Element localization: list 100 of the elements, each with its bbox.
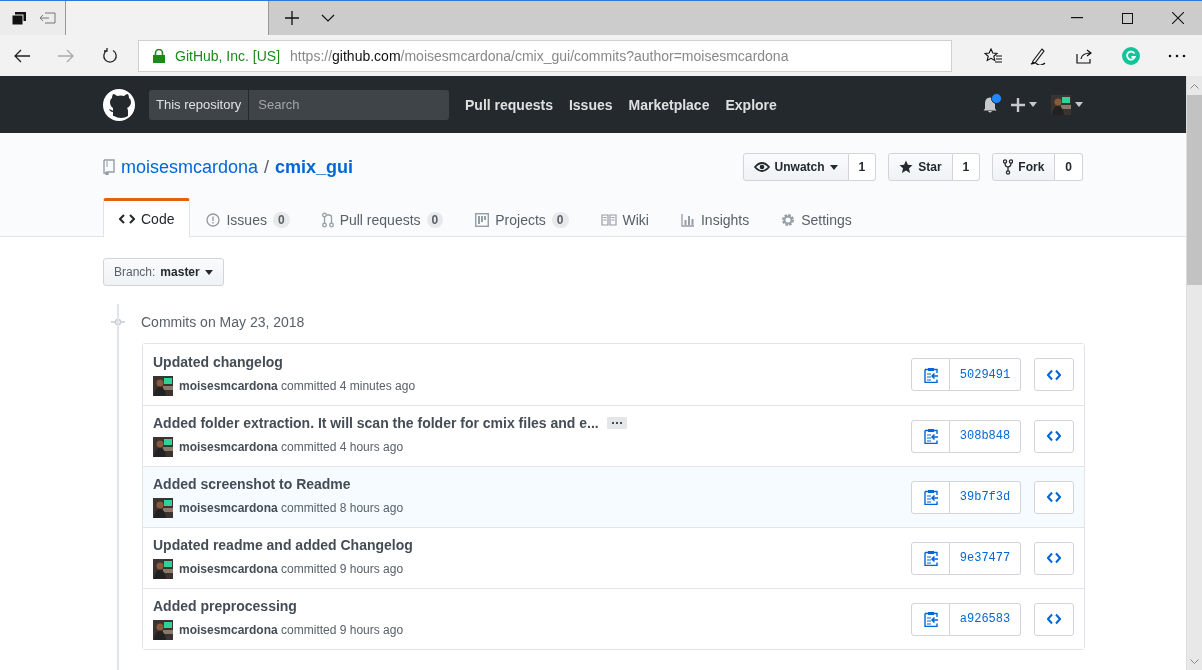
forward-icon — [58, 48, 74, 63]
date-heading: Commits on May 23, 2018 — [141, 314, 305, 330]
commit-meta: moisesmcardona committed 9 hours ago — [179, 623, 404, 637]
favorites-icon — [984, 47, 1002, 64]
commit-sha-link[interactable]: 308b848 — [950, 419, 1021, 453]
code-icon — [1047, 552, 1061, 564]
commit-message[interactable]: Updated readme and added Changelog — [153, 537, 413, 553]
copy-button[interactable] — [911, 358, 950, 391]
issue-icon — [206, 213, 221, 227]
repo-icon — [103, 159, 115, 175]
scroll-up-icon[interactable] — [1190, 84, 1199, 89]
pen-icon — [1030, 46, 1048, 65]
settings-icon — [781, 213, 796, 227]
repo-tab[interactable]: Insights — [664, 200, 766, 238]
project-board-icon — [475, 213, 490, 227]
count-link[interactable]: 0 — [1055, 153, 1083, 181]
code-icon — [119, 212, 135, 226]
browse-code-button[interactable] — [1034, 358, 1074, 391]
minimize-icon — [1071, 17, 1083, 19]
eye-icon — [753, 161, 770, 173]
pull-request-icon — [321, 212, 334, 228]
nav-link[interactable]: Issues — [568, 96, 613, 113]
clipboard-icon — [923, 366, 938, 383]
repo-tab[interactable]: Pull requests 0 — [305, 200, 460, 238]
browse-code-button[interactable] — [1034, 541, 1074, 575]
commit-message[interactable]: Added folder extraction. It will scan the folder for cmix files and e... — [153, 415, 599, 431]
repo-tab[interactable]: Settings — [765, 200, 868, 238]
code-icon — [1047, 491, 1061, 503]
copy-button[interactable] — [911, 480, 950, 514]
avatar — [153, 620, 173, 640]
caret-icon — [204, 269, 213, 275]
expand-button[interactable] — [606, 417, 627, 429]
browse-code-button[interactable] — [1034, 419, 1074, 453]
code-icon — [1047, 368, 1061, 381]
avatar — [153, 375, 173, 396]
nav-link[interactable]: Explore — [725, 96, 777, 113]
browse-code-button[interactable] — [1034, 602, 1074, 636]
tab-stack-icon — [12, 11, 26, 25]
commit-sha-link[interactable]: 39b7f3d — [950, 480, 1021, 514]
path-separator: / — [264, 156, 270, 178]
clipboard-icon — [923, 611, 938, 627]
clipboard-icon — [923, 489, 938, 505]
search-field[interactable]: Search — [249, 89, 449, 120]
count-link[interactable]: 1 — [952, 153, 981, 181]
extension-icon — [1122, 46, 1140, 65]
repo-tab[interactable]: Wiki — [584, 200, 665, 238]
browse-code-button[interactable] — [1034, 480, 1074, 514]
commit-sha-link[interactable]: a926583 — [950, 602, 1021, 636]
repo-tab[interactable]: Projects 0 — [459, 200, 585, 238]
search-scope[interactable]: This repository — [149, 89, 250, 120]
counter: 0 — [551, 212, 569, 228]
commit-sha-link[interactable]: 9e37477 — [950, 541, 1021, 575]
lock-icon — [153, 48, 165, 63]
back-icon — [14, 48, 30, 63]
watch-button[interactable]: Unwatch — [742, 153, 849, 181]
counter: 0 — [272, 212, 290, 228]
count-link[interactable]: 1 — [848, 153, 877, 181]
avatar — [1051, 94, 1071, 115]
scrollbar[interactable] — [1186, 76, 1202, 670]
repo-name-link[interactable]: cmix_gui — [275, 156, 354, 178]
copy-button[interactable] — [911, 419, 950, 453]
star-icon — [899, 160, 914, 174]
code-icon — [1047, 430, 1061, 442]
commit-message[interactable]: Updated changelog — [153, 353, 283, 370]
copy-button[interactable] — [911, 602, 950, 636]
bell-icon — [983, 96, 997, 113]
fork-icon — [1003, 159, 1014, 175]
nav-link[interactable]: Marketplace — [628, 96, 710, 113]
commit-icon — [111, 318, 125, 326]
share-icon — [1076, 47, 1094, 64]
avatar — [153, 559, 173, 579]
set-aside-tabs-icon — [40, 12, 56, 24]
commit-meta: moisesmcardona committed 4 hours ago — [179, 440, 404, 454]
branch-select[interactable]: Branch: master — [103, 258, 224, 286]
avatar — [153, 498, 173, 518]
repo-tab[interactable]: Issues 0 — [190, 200, 306, 238]
address-bar[interactable]: GitHub, Inc. [US] https://github.com/moisesmcardona/cmix_gui/commits?author=moisesmcardona — [138, 39, 952, 72]
bar-graph-icon — [680, 213, 695, 227]
commit-meta: moisesmcardona committed 8 hours ago — [179, 501, 404, 515]
close-icon — [1172, 12, 1184, 24]
clipboard-icon — [923, 428, 938, 444]
clipboard-icon — [923, 550, 938, 566]
copy-button[interactable] — [911, 541, 950, 575]
chevron-down-icon — [321, 14, 335, 22]
scroll-down-icon[interactable] — [1190, 659, 1199, 664]
refresh-icon — [102, 47, 118, 64]
logo-icon — [103, 88, 135, 121]
fork-button[interactable]: Fork — [992, 153, 1056, 181]
commit-message[interactable]: Added screenshot to Readme — [153, 476, 351, 492]
more-icon — [1168, 53, 1186, 58]
counter: 0 — [426, 212, 444, 228]
caret-icon — [1029, 102, 1037, 107]
plus-icon — [1011, 97, 1025, 112]
repo-tab[interactable]: Code — [103, 198, 191, 238]
commit-message[interactable]: Added preprocessing — [153, 598, 297, 614]
caret-icon — [1075, 102, 1083, 107]
star-button[interactable]: Star — [888, 153, 953, 181]
owner-link[interactable]: moisesmcardona — [121, 156, 259, 178]
nav-link[interactable]: Pull requests — [465, 96, 553, 113]
commit-sha-link[interactable]: 5029491 — [950, 358, 1021, 391]
